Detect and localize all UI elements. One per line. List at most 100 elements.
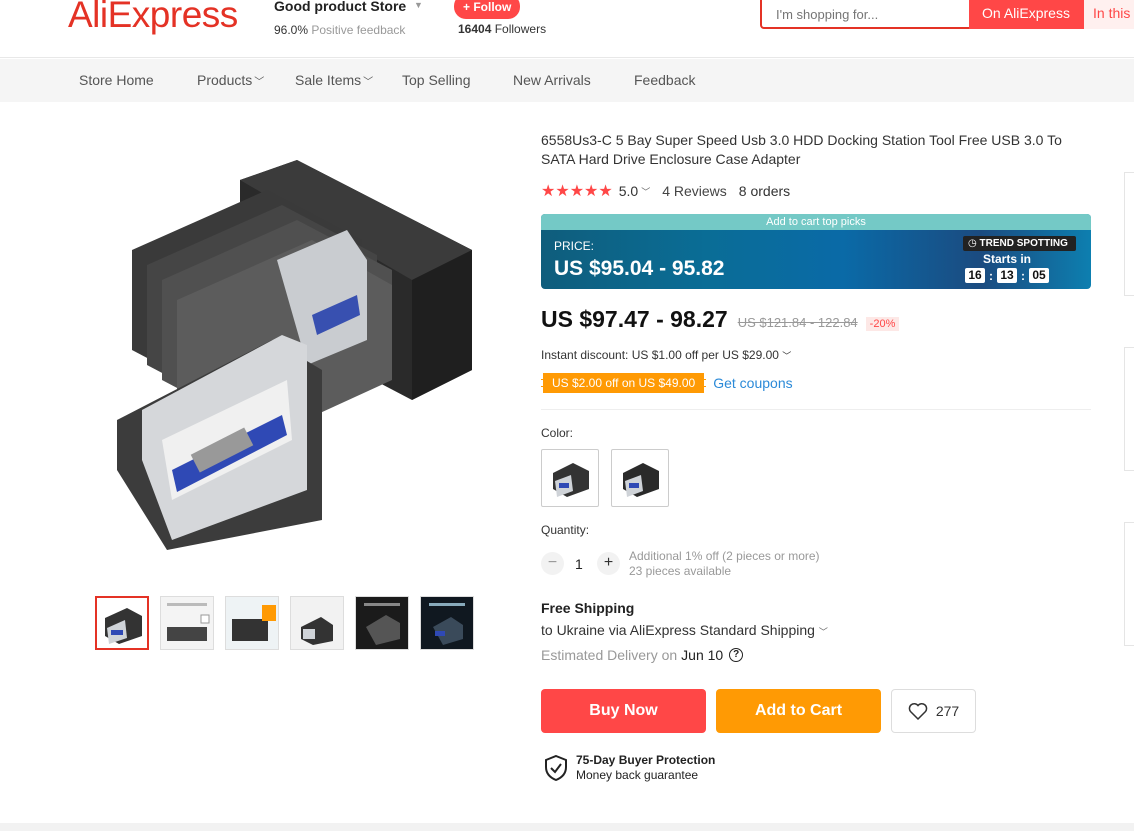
timer-minutes: 13 — [997, 268, 1017, 283]
original-price: US $121.84 - 122.84 — [737, 315, 858, 330]
chevron-down-icon[interactable]: ﹀ — [641, 185, 650, 198]
color-option-2[interactable] — [611, 449, 669, 507]
chevron-down-icon: ﹀ — [782, 351, 792, 361]
coupon-row: US $2.00 off on US $49.00 Get coupons — [541, 373, 793, 393]
nav-label: Store Home — [79, 72, 154, 88]
shield-check-icon — [545, 755, 567, 781]
orders-count: 8 orders — [738, 183, 791, 199]
nav-products[interactable]: Products ﹀ — [197, 72, 264, 88]
positive-feedback-label: Positive feedback — [311, 23, 406, 37]
chevron-down-icon: ﹀ — [254, 77, 265, 88]
recommendation-card[interactable] — [1124, 347, 1134, 471]
buyer-protection: 75-Day Buyer Protection Money back guara… — [544, 753, 715, 783]
recommendation-card[interactable] — [1124, 522, 1134, 646]
nav-label: Top Selling — [402, 72, 471, 88]
positive-feedback-pct: 96.0% — [274, 23, 309, 37]
promo-price: US $95.04 - 95.82 — [554, 257, 725, 280]
delivery-date: Jun 10 — [681, 647, 724, 663]
thumbnail-5[interactable] — [355, 596, 409, 650]
product-title: 6558Us3-C 5 Bay Super Speed Usb 3.0 HDD … — [541, 132, 1062, 167]
timer-separator: : — [1021, 268, 1025, 283]
search-input[interactable] — [776, 7, 966, 22]
thumbnail-3[interactable] — [225, 596, 279, 650]
divider — [541, 409, 1091, 410]
heart-icon — [908, 703, 928, 720]
timer-seconds: 05 — [1029, 268, 1049, 283]
thumbnail-2[interactable] — [160, 596, 214, 650]
search-aliexpress-button[interactable]: On AliExpress — [969, 0, 1083, 29]
nav-label: Feedback — [634, 72, 696, 88]
nav-label: Sale Items — [295, 72, 362, 88]
search-store-button[interactable]: In this — [1083, 0, 1134, 29]
trend-tag-label: TREND SPOTTING — [979, 238, 1068, 249]
followers-label: Followers — [494, 22, 547, 36]
quantity-increase-button[interactable]: + — [597, 552, 620, 575]
protection-text: 75-Day Buyer Protection Money back guara… — [576, 753, 715, 783]
store-nav: Store Home Products ﹀ Sale Items ﹀ Top Sel… — [0, 59, 1134, 102]
starts-in-label: Starts in — [983, 252, 1032, 266]
nav-feedback[interactable]: Feedback — [634, 72, 695, 88]
instant-discount[interactable]: Instant discount: US $1.00 off per US $2… — [541, 348, 791, 362]
thumbnail-6[interactable] — [420, 596, 474, 650]
rating-value[interactable]: 5.0 — [619, 183, 638, 199]
help-icon[interactable]: ? — [729, 648, 744, 662]
estimated-delivery: Estimated Delivery on Jun 10 ? — [541, 647, 744, 663]
shipping-method[interactable]: to Ukraine via AliExpress Standard Shipp… — [541, 622, 828, 638]
wishlist-count: 277 — [935, 703, 960, 719]
shipping-method-text: to Ukraine via AliExpress Standard Shipp… — [541, 622, 815, 638]
discount-badge: -20% — [865, 317, 900, 331]
shipping-title: Free Shipping — [541, 600, 635, 616]
header: AliExpress Good product Store ▼ 96.0% Po… — [0, 0, 1134, 58]
promo-price-label: PRICE: — [554, 239, 595, 253]
chevron-down-icon: ﹀ — [818, 627, 828, 637]
nav-top-selling[interactable]: Top Selling — [402, 72, 471, 88]
thumbnail-4[interactable] — [290, 596, 344, 650]
store-name[interactable]: Good product Store — [274, 0, 406, 14]
quantity-decrease-button[interactable]: − — [541, 552, 564, 575]
quantity-label: Quantity: — [541, 523, 590, 537]
aliexpress-logo[interactable]: AliExpress — [68, 0, 238, 36]
chevron-down-icon: ﹀ — [363, 77, 374, 88]
followers: 16404 Followers — [458, 22, 546, 36]
countdown-timer: 16 : 13 : 05 — [965, 268, 1049, 283]
promo-banner[interactable]: Add to cart top picks PRICE: US $95.04 -… — [541, 214, 1091, 289]
nav-new-arrivals[interactable]: New Arrivals — [513, 72, 591, 88]
nav-store-home[interactable]: Store Home — [79, 72, 154, 88]
star-rating-icon: ★★★★★ — [541, 183, 613, 200]
timer-separator: : — [989, 268, 993, 283]
promo-top-label: Add to cart top picks — [541, 214, 1091, 230]
instant-discount-text: Instant discount: US $1.00 off per US $2… — [541, 348, 779, 362]
thumbnail-1[interactable] — [95, 596, 149, 650]
quantity-value[interactable]: 1 — [575, 556, 583, 572]
protection-title: 75-Day Buyer Protection — [576, 753, 716, 767]
follow-button[interactable]: + Follow — [454, 0, 521, 19]
protection-subtitle: Money back guarantee — [576, 768, 699, 782]
trend-spotting-tag: ◷ TREND SPOTTING — [963, 236, 1076, 251]
store-feedback: 96.0% Positive feedback — [274, 23, 405, 37]
search-box: On AliExpress In this — [760, 0, 1134, 29]
buy-now-button[interactable]: Buy Now — [541, 689, 706, 733]
pieces-available: 23 pieces available — [629, 564, 732, 578]
current-price: US $97.47 - 98.27 — [541, 306, 728, 332]
color-option-1[interactable] — [541, 449, 599, 507]
recommendation-card[interactable] — [1124, 172, 1134, 296]
clock-icon: ◷ — [968, 238, 980, 249]
coupon-badge[interactable]: US $2.00 off on US $49.00 — [541, 373, 707, 393]
chevron-down-icon[interactable]: ▼ — [414, 0, 423, 10]
nav-sale-items[interactable]: Sale Items ﹀ — [295, 72, 373, 88]
page-footer-bar — [0, 823, 1134, 831]
wishlist-button[interactable]: 277 — [891, 689, 976, 733]
add-to-cart-button[interactable]: Add to Cart — [716, 689, 881, 733]
price-row: US $97.47 - 98.27 US $121.84 - 122.84 -2… — [541, 306, 900, 333]
timer-hours: 16 — [965, 268, 985, 283]
color-label: Color: — [541, 426, 574, 440]
quantity-note: Additional 1% off (2 pieces or more) 23 … — [629, 549, 820, 579]
reviews-link[interactable]: 4 Reviews — [662, 183, 727, 199]
followers-count: 16404 — [458, 22, 492, 36]
product-main-image[interactable] — [92, 140, 482, 570]
rating-row: ★★★★★ 5.0 ﹀ 4 Reviews 8 orders — [541, 181, 790, 201]
delivery-label: Estimated Delivery on — [541, 647, 678, 663]
nav-label: Products — [197, 72, 253, 88]
get-coupons-link[interactable]: Get coupons — [713, 375, 792, 391]
quantity-discount-note: Additional 1% off (2 pieces or more) — [629, 549, 820, 563]
